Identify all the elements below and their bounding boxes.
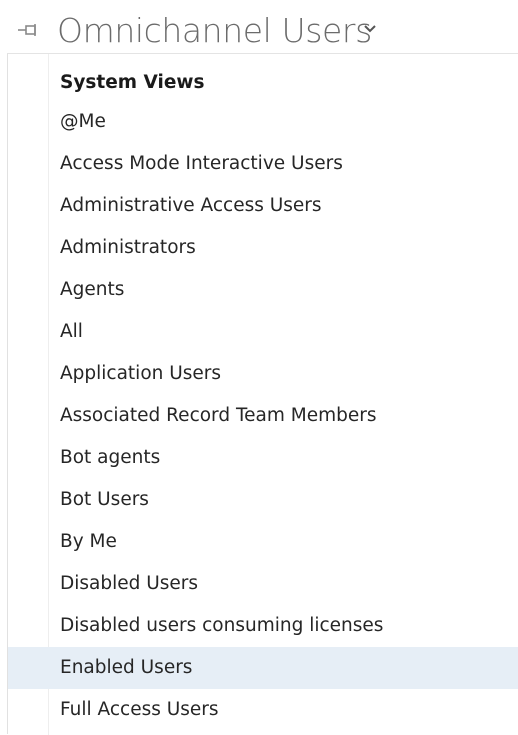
chevron-down-icon[interactable] xyxy=(363,20,377,33)
view-item-disabled-users-consuming-licenses[interactable]: Disabled users consuming licenses xyxy=(8,605,518,647)
view-item-me[interactable]: @Me xyxy=(8,101,518,143)
view-item-all[interactable]: All xyxy=(8,311,518,353)
view-title[interactable]: Omnichannel Users xyxy=(57,7,372,55)
view-item-by-me[interactable]: By Me xyxy=(8,521,518,563)
view-list: @Me Access Mode Interactive Users Admini… xyxy=(8,101,518,731)
view-item-administrative-access-users[interactable]: Administrative Access Users xyxy=(8,185,518,227)
group-heading-system-views: System Views xyxy=(60,72,205,93)
view-item-bot-agents[interactable]: Bot agents xyxy=(8,437,518,479)
view-item-bot-users[interactable]: Bot Users xyxy=(8,479,518,521)
pin-icon[interactable] xyxy=(18,22,42,38)
view-item-application-users[interactable]: Application Users xyxy=(8,353,518,395)
view-item-access-mode-interactive-users[interactable]: Access Mode Interactive Users xyxy=(8,143,518,185)
view-flyout: System Views @Me Access Mode Interactive… xyxy=(7,53,518,735)
view-item-agents[interactable]: Agents xyxy=(8,269,518,311)
view-item-enabled-users[interactable]: Enabled Users xyxy=(8,647,518,689)
view-item-administrators[interactable]: Administrators xyxy=(8,227,518,269)
view-item-full-access-users[interactable]: Full Access Users xyxy=(8,689,518,731)
view-item-disabled-users[interactable]: Disabled Users xyxy=(8,563,518,605)
view-item-associated-record-team-members[interactable]: Associated Record Team Members xyxy=(8,395,518,437)
view-selector-header[interactable]: Omnichannel Users xyxy=(0,0,518,54)
